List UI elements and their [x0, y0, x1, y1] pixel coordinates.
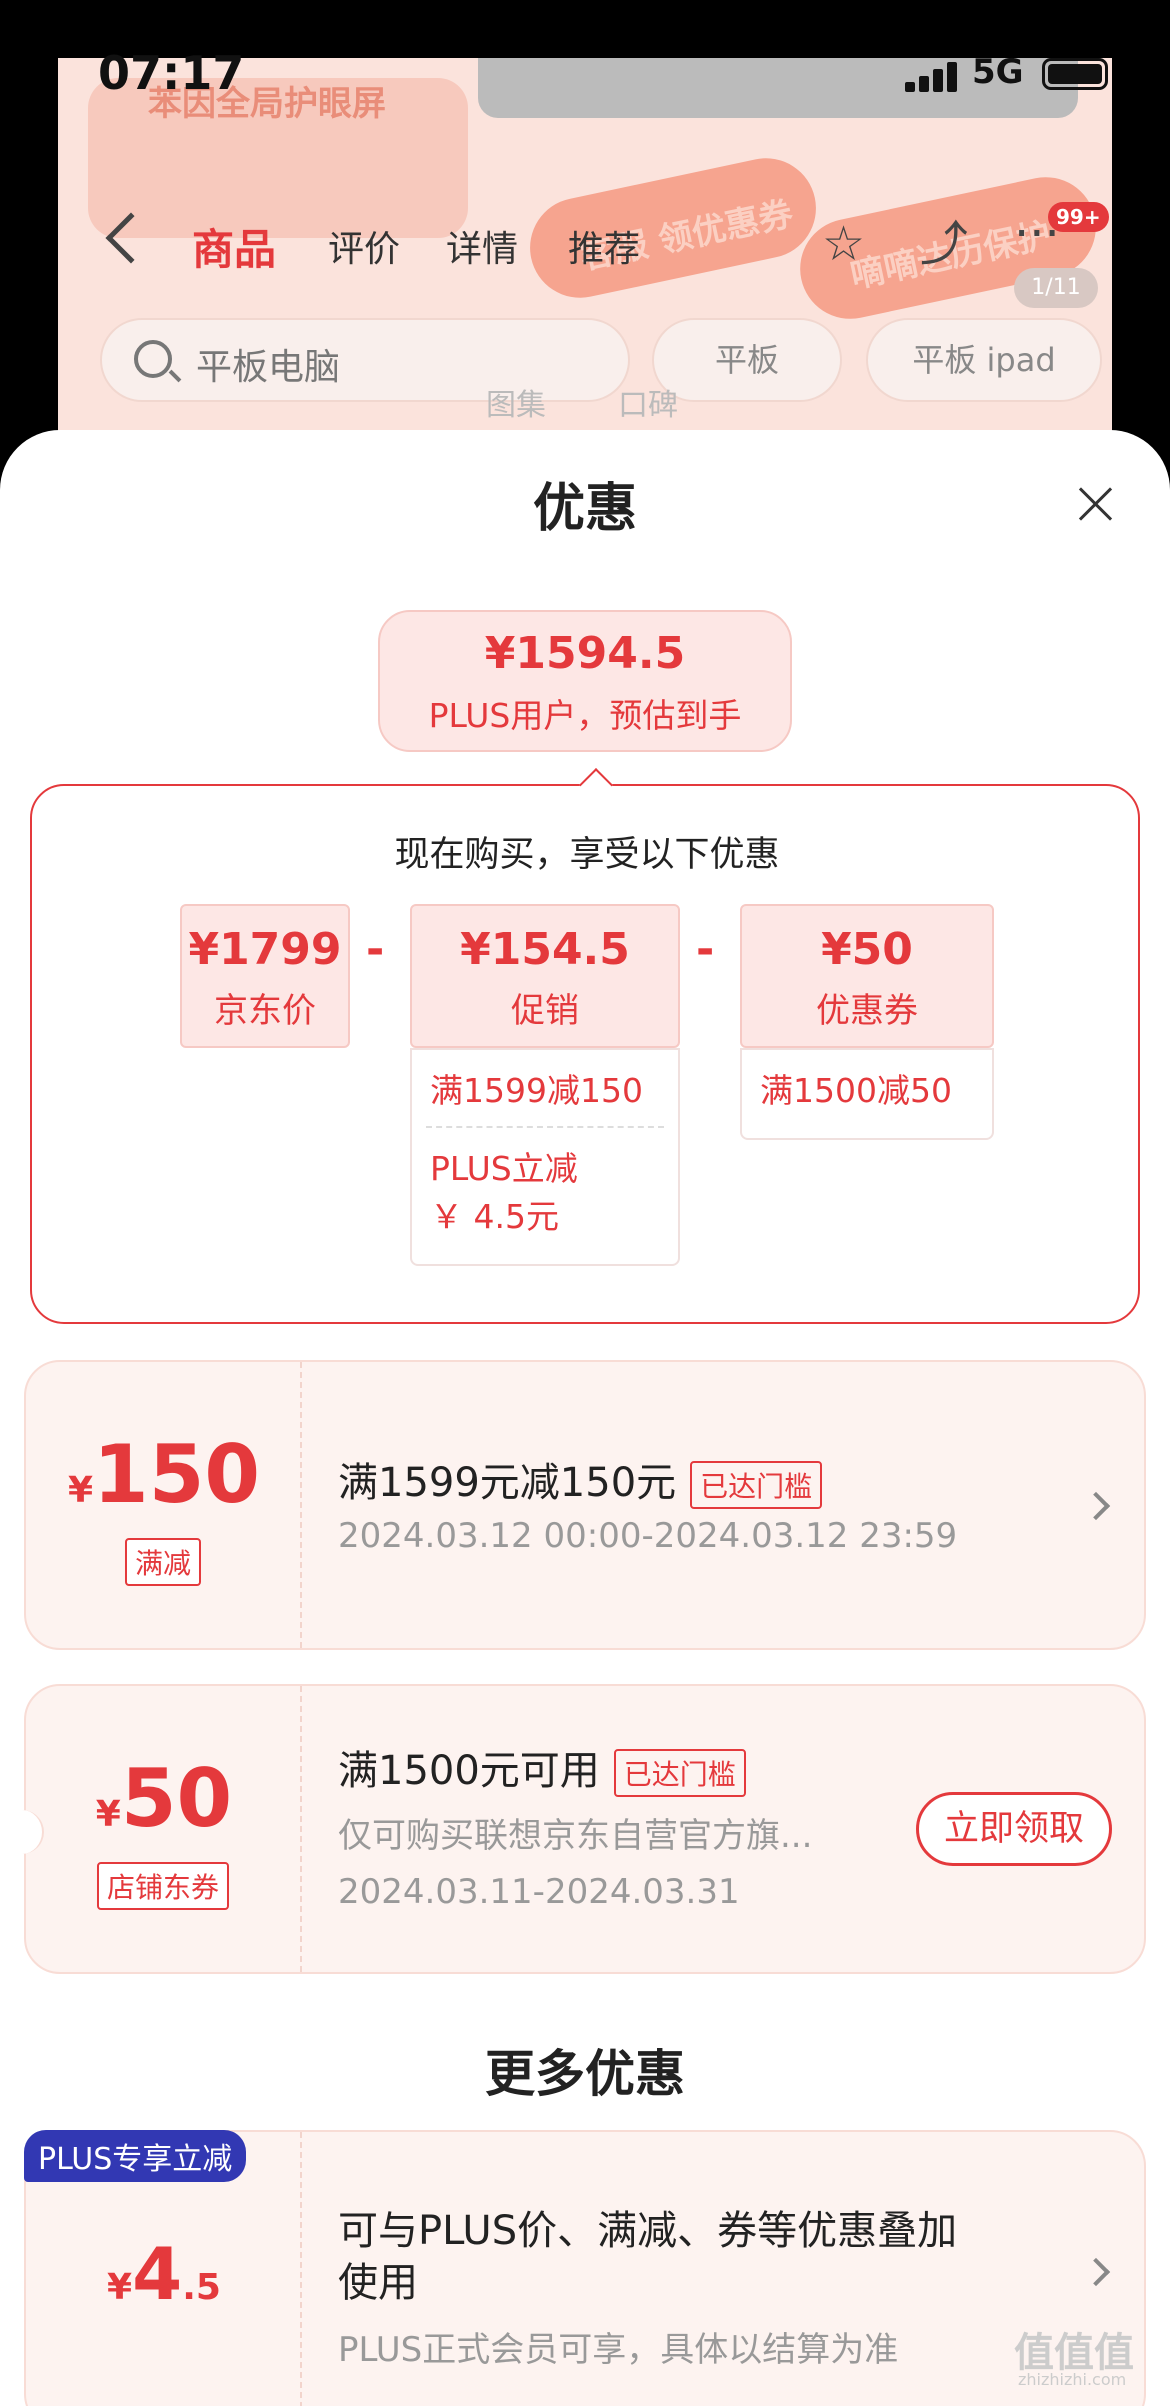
promo-detail-item: ￥ 4.5元: [430, 1197, 559, 1236]
promo-detail-item: PLUS立减: [430, 1149, 578, 1188]
breakdown-heading: 现在购买，享受以下优惠: [394, 835, 780, 875]
search-bar[interactable]: 平板电脑: [100, 318, 630, 402]
claim-coupon-button[interactable]: 立即领取: [916, 1792, 1112, 1866]
coupon-card-store: ¥50 店铺东券 满1500元可用 已达门槛 仅可购买联想京东自营官方旗... 2…: [22, 1684, 1146, 1974]
sheet-title: 优惠: [532, 479, 637, 539]
search-placeholder: 平板电脑: [196, 347, 341, 388]
coupon-card-full-reduction[interactable]: ¥150 满减 满1599元减150元 已达门槛 2024.03.12 00:00…: [24, 1360, 1146, 1650]
coupon-scope: 仅可购买联想京东自营官方旗...: [338, 1816, 813, 1856]
screen: { "status": {"time": "07:17", "network":…: [0, 0, 1170, 2406]
tab-reviews[interactable]: 评价: [328, 220, 400, 272]
amount-number: 4: [132, 2232, 183, 2316]
search-icon: [134, 340, 172, 378]
tab-details[interactable]: 详情: [446, 220, 518, 272]
close-icon[interactable]: [1078, 486, 1114, 522]
coupon-label: 优惠券: [816, 991, 918, 1031]
plus-note: PLUS正式会员可享，具体以结算为准: [338, 2330, 899, 2370]
jd-price-value: ¥1799: [188, 924, 342, 975]
coupon-title-text: 满1599元减150元: [338, 1460, 677, 1506]
callout-notch: [579, 768, 613, 802]
coupon-ticket: ¥50 优惠券: [740, 904, 994, 1048]
coupon-type-tag: 满减: [124, 1538, 202, 1586]
yen-symbol: ¥: [95, 1794, 121, 1835]
favorite-star-icon[interactable]: ☆: [822, 220, 865, 268]
watermark-url: zhizhizhi.com: [1018, 2370, 1127, 2389]
coupon-title-text: 满1500元可用: [338, 1748, 600, 1794]
minus-sign: -: [366, 924, 385, 975]
chevron-right-icon[interactable]: [1081, 2257, 1111, 2287]
amount-number: 50: [120, 1752, 233, 1845]
subtab-reputation[interactable]: 口碑: [618, 380, 678, 424]
estimated-price: ¥1594.5: [484, 628, 686, 679]
estimated-label: PLUS用户，预估到手: [428, 696, 742, 735]
status-time: 07:17: [98, 46, 245, 100]
amount-number: 150: [93, 1428, 261, 1521]
threshold-badge: 已达门槛: [690, 1461, 823, 1509]
coupon-amount: ¥50: [26, 1752, 302, 1845]
promo-ticket: ¥154.5 促销: [410, 904, 680, 1048]
threshold-badge: 已达门槛: [613, 1749, 746, 1797]
message-badge: 99+: [1048, 202, 1109, 232]
chevron-right-icon[interactable]: [1081, 1491, 1111, 1521]
price-breakdown: 现在购买，享受以下优惠 ¥1799 京东价 - ¥154.5 促销 满1599减…: [30, 768, 1140, 1324]
battery-icon: [1042, 58, 1108, 90]
coupon-validity: 2024.03.12 00:00-2024.03.12 23:59: [338, 1516, 958, 1556]
coupon-amount-panel: ¥50 店铺东券: [26, 1686, 302, 1972]
back-icon[interactable]: [105, 212, 157, 264]
promo-value: ¥154.5: [460, 924, 630, 975]
coupon-detail: 满1500减50: [740, 1048, 994, 1140]
promo-label: 促销: [511, 991, 579, 1031]
coupon-amount-panel: ¥150 满减: [26, 1362, 302, 1648]
coupon-type-tag: 店铺东券: [96, 1862, 230, 1910]
coupon-detail-item: 满1500减50: [760, 1071, 952, 1110]
network-label: 5G: [972, 52, 1024, 92]
plus-title-line: 可与PLUS价、满减、券等优惠叠加: [338, 2208, 958, 2254]
coupon-validity: 2024.03.11-2024.03.31: [338, 1872, 740, 1912]
promo-detail-item: 满1599减150: [430, 1071, 643, 1110]
tab-product[interactable]: 商品: [192, 216, 276, 277]
status-bar: 07:17 5G: [0, 0, 1170, 150]
search-chip[interactable]: 平板: [652, 318, 842, 402]
yen-symbol: ¥: [67, 1470, 94, 1511]
tab-recommend[interactable]: 推荐: [568, 220, 640, 272]
product-nav: 商品 评价 详情 推荐 ☆ ⤴ ··· 99+: [58, 200, 1112, 290]
signal-icon: [905, 60, 965, 92]
discount-sheet: 优惠 ¥1594.5 PLUS用户，预估到手 现在购买，享受以下优惠 ¥1799…: [0, 430, 1170, 2406]
share-icon[interactable]: ⤴: [920, 220, 968, 268]
subtab-gallery[interactable]: 图集: [486, 380, 546, 424]
coupon-amount: ¥150: [26, 1428, 302, 1521]
minus-sign: -: [696, 924, 715, 975]
coupon-title: 满1599元减150元 已达门槛: [338, 1450, 823, 1509]
yen-symbol: ¥: [107, 2267, 133, 2308]
promo-detail: 满1599减150 PLUS立减 ￥ 4.5元: [410, 1048, 680, 1266]
amount-decimal: .5: [182, 2267, 221, 2308]
plus-title-line: 使用: [338, 2260, 418, 2306]
coupon-value: ¥50: [821, 924, 913, 975]
jd-price-ticket: ¥1799 京东价: [180, 904, 350, 1048]
plus-exclusive-tag: PLUS专享立减: [24, 2130, 247, 2182]
coupon-title: 满1500元可用 已达门槛: [338, 1738, 746, 1797]
jd-price-label: 京东价: [214, 991, 316, 1031]
search-chip[interactable]: 平板 ipad: [866, 318, 1102, 402]
estimated-price-box: ¥1594.5 PLUS用户，预估到手: [378, 610, 792, 752]
plus-amount: ¥4.5: [26, 2232, 302, 2316]
more-offers-title: 更多优惠: [485, 2045, 685, 2103]
